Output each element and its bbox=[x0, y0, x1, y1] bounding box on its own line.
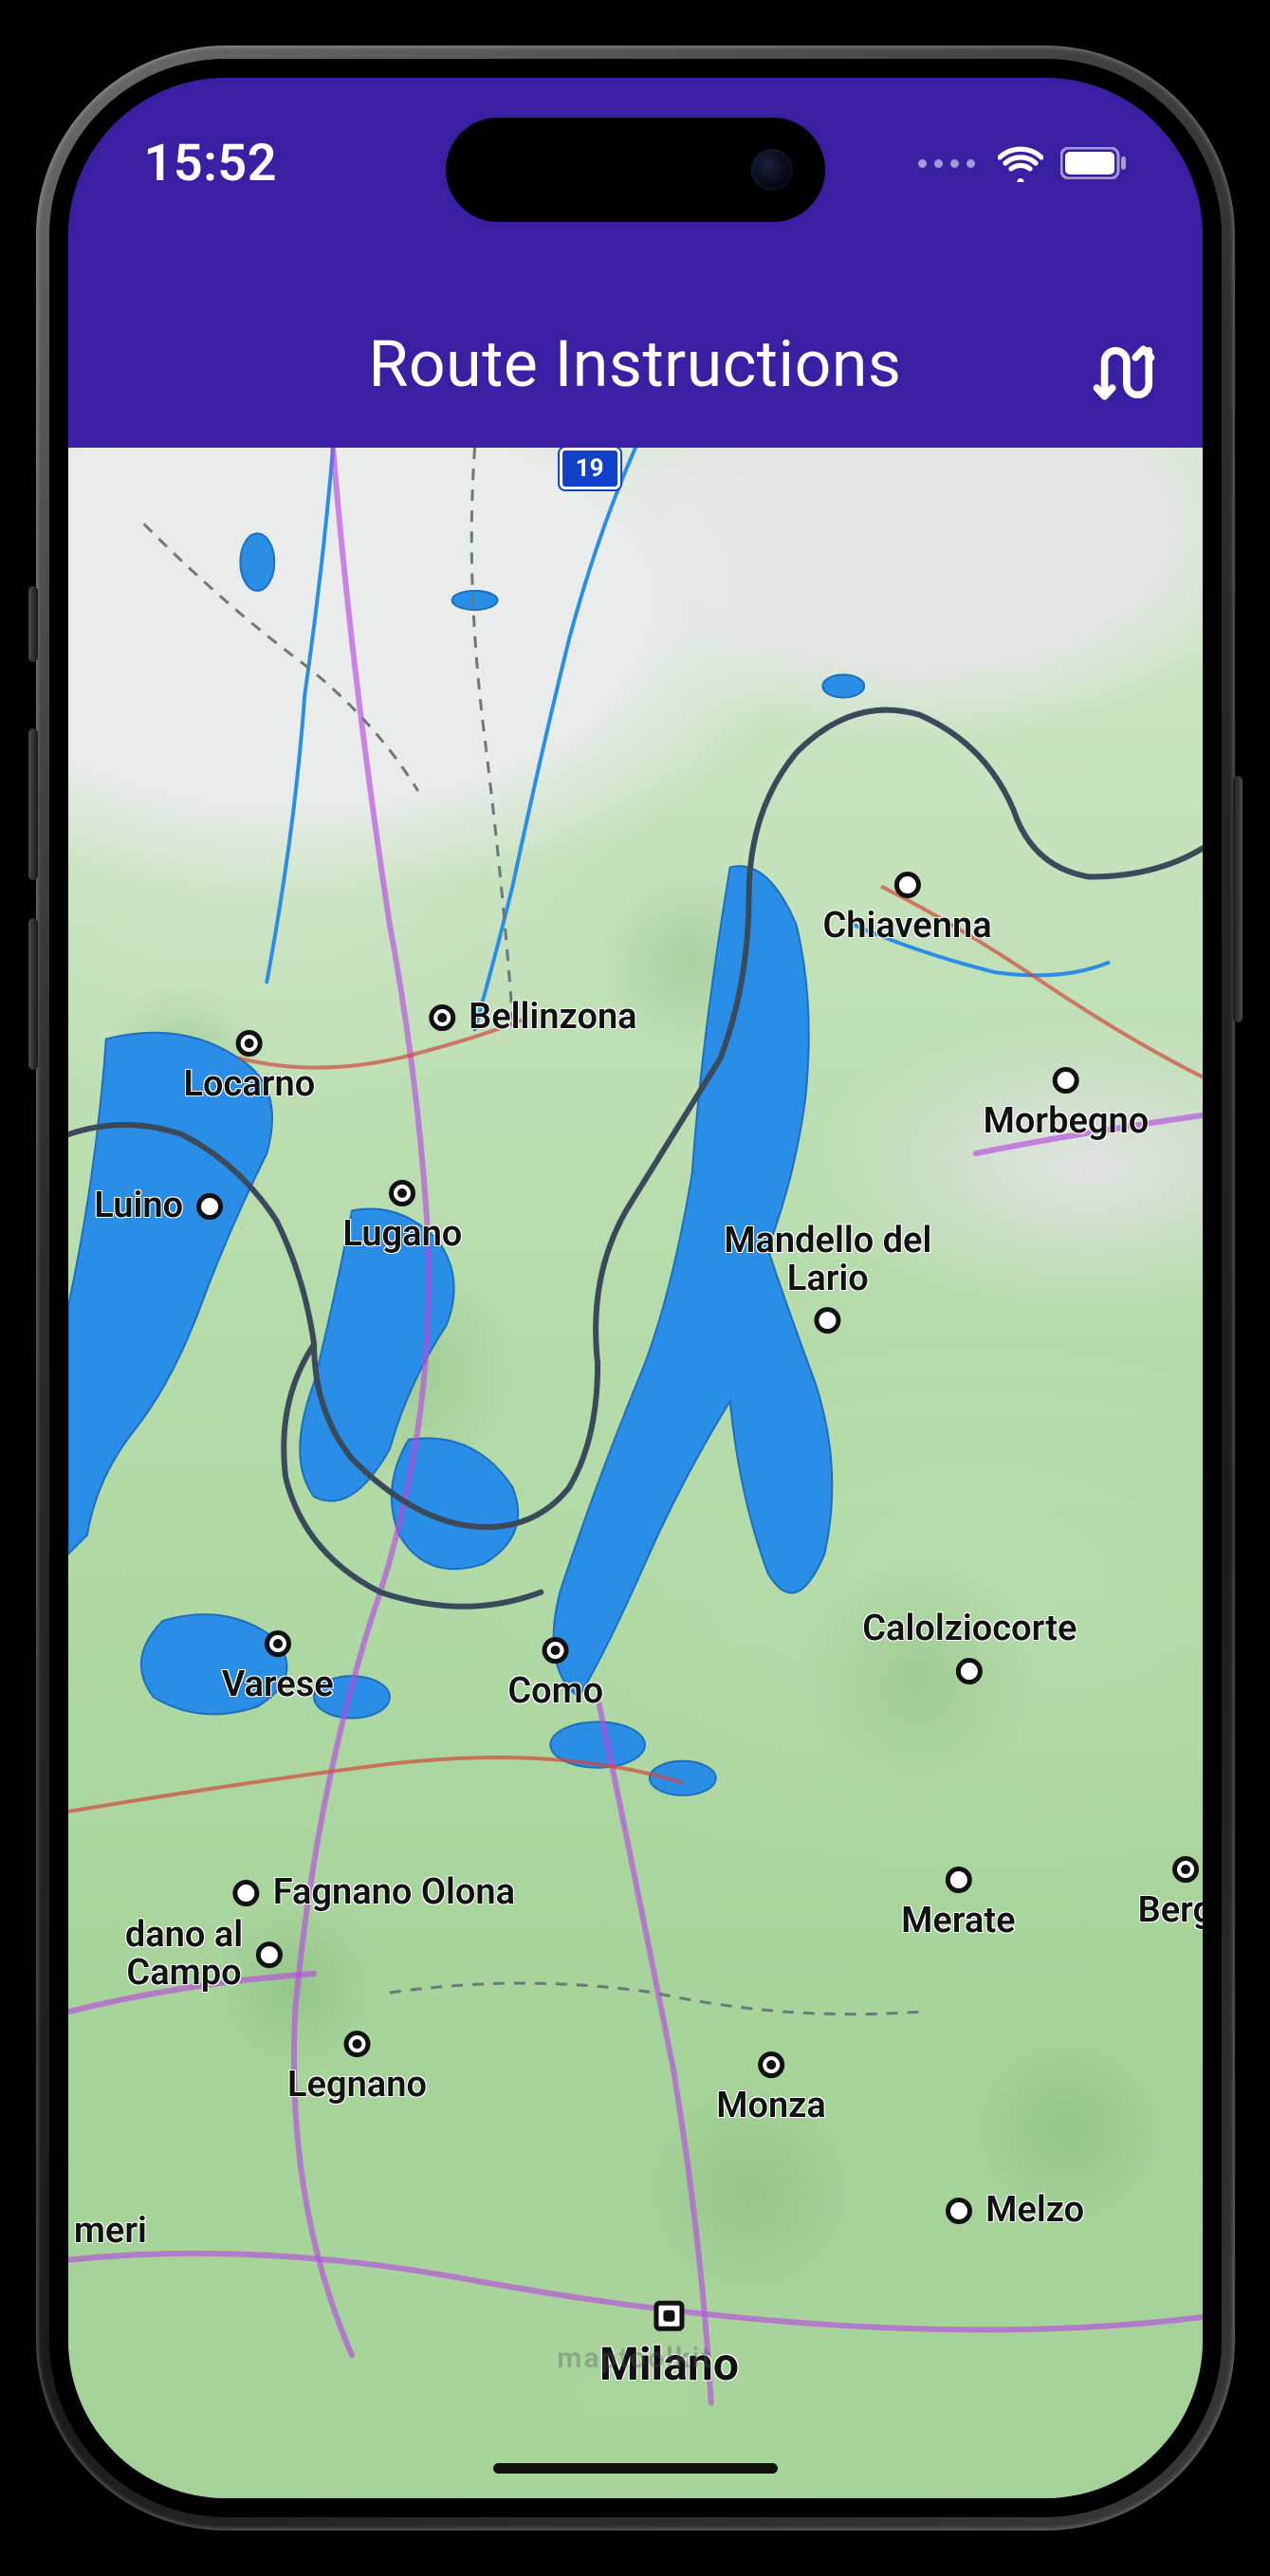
phone-volume-down bbox=[28, 918, 38, 1070]
city-label: Lugano bbox=[342, 1216, 462, 1254]
city-label: Legnano bbox=[287, 2067, 427, 2105]
city-label: meri bbox=[74, 2213, 147, 2251]
city-calolziocorte[interactable]: Calolziocorte bbox=[862, 1610, 1077, 1684]
battery-icon bbox=[1060, 147, 1127, 179]
city-melzo[interactable]: Melzo bbox=[946, 2192, 1084, 2230]
city-someri-partial[interactable]: meri bbox=[68, 2213, 147, 2251]
city-label: Melzo bbox=[985, 2192, 1084, 2230]
city-label: dano alCampo bbox=[125, 1917, 243, 1993]
phone-silence-switch bbox=[28, 586, 38, 662]
city-label: Luino bbox=[94, 1187, 183, 1225]
city-monza[interactable]: Monza bbox=[716, 2052, 826, 2125]
map-attribution: maptoolkit bbox=[557, 2342, 712, 2375]
city-label: Merate bbox=[901, 1903, 1015, 1941]
city-locarno[interactable]: Locarno bbox=[184, 1030, 316, 1104]
city-label: Monza bbox=[716, 2088, 826, 2125]
city-como[interactable]: Como bbox=[507, 1637, 603, 1711]
city-luino[interactable]: Luino bbox=[94, 1187, 223, 1225]
highway-shield-19: 19 bbox=[560, 448, 620, 489]
city-bellinzona[interactable]: Bellinzona bbox=[429, 999, 636, 1037]
status-indicators bbox=[918, 144, 1127, 182]
city-label: Chiavenna bbox=[822, 908, 991, 946]
city-fagnano-olona[interactable]: Fagnano Olona bbox=[233, 1874, 515, 1912]
signal-dots-icon bbox=[918, 159, 975, 168]
phone-bezel: Route Instructions 15:52 bbox=[49, 59, 1222, 2517]
dynamic-island bbox=[446, 118, 825, 222]
wifi-icon bbox=[998, 144, 1043, 182]
route-icon bbox=[1091, 340, 1157, 406]
city-mandello-del-lario[interactable]: Mandello delLario bbox=[724, 1223, 931, 1334]
city-label: Bellinzona bbox=[469, 999, 636, 1037]
city-morbegno[interactable]: Morbegno bbox=[984, 1067, 1150, 1141]
city-bergamo-partial[interactable]: Berga bbox=[1138, 1856, 1203, 1930]
city-cardano-al-campo-partial[interactable]: dano alCampo bbox=[125, 1917, 283, 1993]
page-title: Route Instructions bbox=[368, 326, 901, 402]
city-label: Fagnano Olona bbox=[273, 1874, 515, 1912]
city-label: Berga bbox=[1138, 1892, 1203, 1930]
city-label: Morbegno bbox=[984, 1103, 1150, 1141]
city-chiavenna[interactable]: Chiavenna bbox=[822, 872, 991, 946]
city-label: Como bbox=[507, 1673, 603, 1711]
city-label: Mandello delLario bbox=[724, 1223, 931, 1298]
city-varese[interactable]: Varese bbox=[222, 1630, 334, 1704]
status-time: 15:52 bbox=[144, 134, 278, 193]
phone-frame: Route Instructions 15:52 bbox=[36, 46, 1235, 2530]
city-label: Varese bbox=[222, 1666, 334, 1704]
map-view[interactable]: 19 Chiavenna Bellinzona Locarno Morbegno bbox=[68, 448, 1203, 2498]
city-lugano[interactable]: Lugano bbox=[342, 1180, 462, 1254]
city-legnano[interactable]: Legnano bbox=[287, 2031, 427, 2105]
home-indicator[interactable] bbox=[493, 2463, 778, 2474]
route-icon-button[interactable] bbox=[1091, 340, 1157, 406]
phone-power-button bbox=[1233, 776, 1242, 1022]
city-label: Locarno bbox=[184, 1066, 316, 1104]
phone-volume-up bbox=[28, 728, 38, 880]
city-label: Calolziocorte bbox=[862, 1610, 1077, 1648]
screen: Route Instructions 15:52 bbox=[68, 78, 1203, 2498]
city-merate[interactable]: Merate bbox=[901, 1867, 1015, 1941]
